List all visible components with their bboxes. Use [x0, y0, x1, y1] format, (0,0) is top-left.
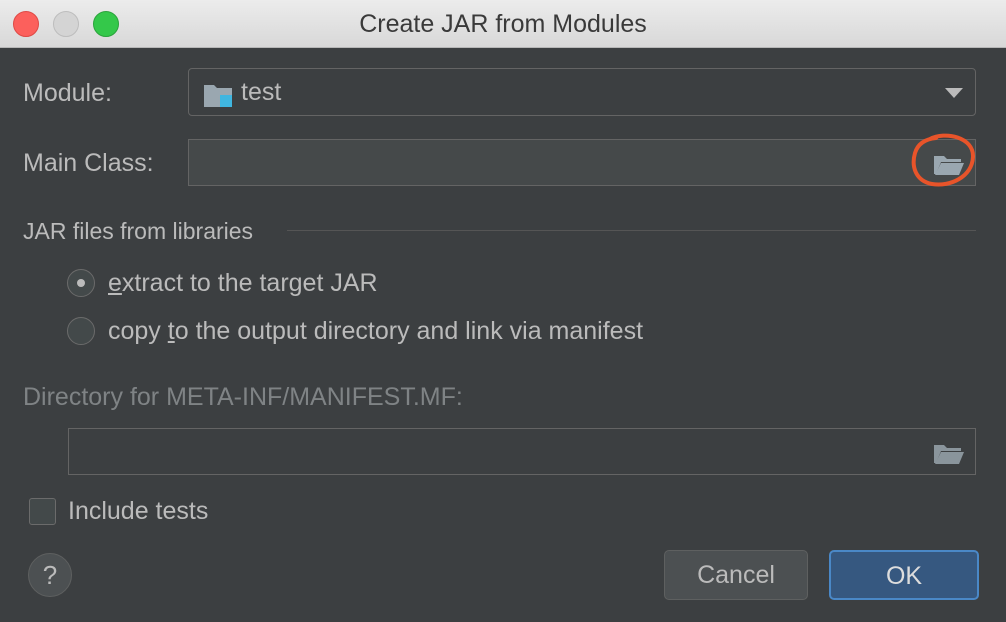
annotation-circle [911, 133, 976, 187]
copy-label-prefix: copy [108, 317, 168, 345]
title-bar: Create JAR from Modules [0, 0, 1006, 48]
module-label: Module: [23, 79, 112, 107]
extract-label-mnemonic: e [108, 269, 122, 297]
help-button[interactable]: ? [28, 553, 72, 597]
main-class-label: Main Class: [23, 149, 154, 177]
module-value: test [241, 78, 282, 106]
extract-label-suffix: xtract to the target JAR [121, 269, 378, 297]
cancel-button[interactable]: Cancel [664, 550, 808, 600]
libraries-section-title: JAR files from libraries [23, 218, 254, 244]
copy-option-label[interactable]: copy to the output directory and link vi… [108, 317, 643, 346]
create-jar-dialog: Create JAR from Modules Module: test Mai… [0, 0, 1006, 622]
window-title: Create JAR from Modules [359, 10, 647, 38]
include-tests-label[interactable]: Include tests [68, 497, 208, 526]
browse-manifest-folder-icon[interactable] [933, 441, 965, 465]
main-class-field [188, 139, 976, 186]
main-class-input[interactable] [189, 140, 925, 185]
module-dropdown[interactable]: test [188, 68, 976, 116]
extract-option-label[interactable]: extract to the target JAR [108, 269, 378, 298]
ok-button[interactable]: OK [829, 550, 979, 600]
module-folder-icon [204, 85, 232, 107]
copy-label-suffix: o the output directory and link via mani… [174, 317, 644, 345]
extract-radio[interactable] [67, 269, 95, 297]
manifest-directory-label: Directory for META-INF/MANIFEST.MF: [23, 383, 463, 411]
section-separator [287, 230, 976, 231]
manifest-directory-input[interactable] [69, 429, 925, 474]
copy-radio[interactable] [67, 317, 95, 345]
manifest-directory-field [68, 428, 976, 475]
include-tests-checkbox[interactable] [29, 498, 56, 525]
copy-label-mnemonic: t [167, 317, 175, 345]
dropdown-arrow-icon[interactable] [945, 88, 963, 98]
